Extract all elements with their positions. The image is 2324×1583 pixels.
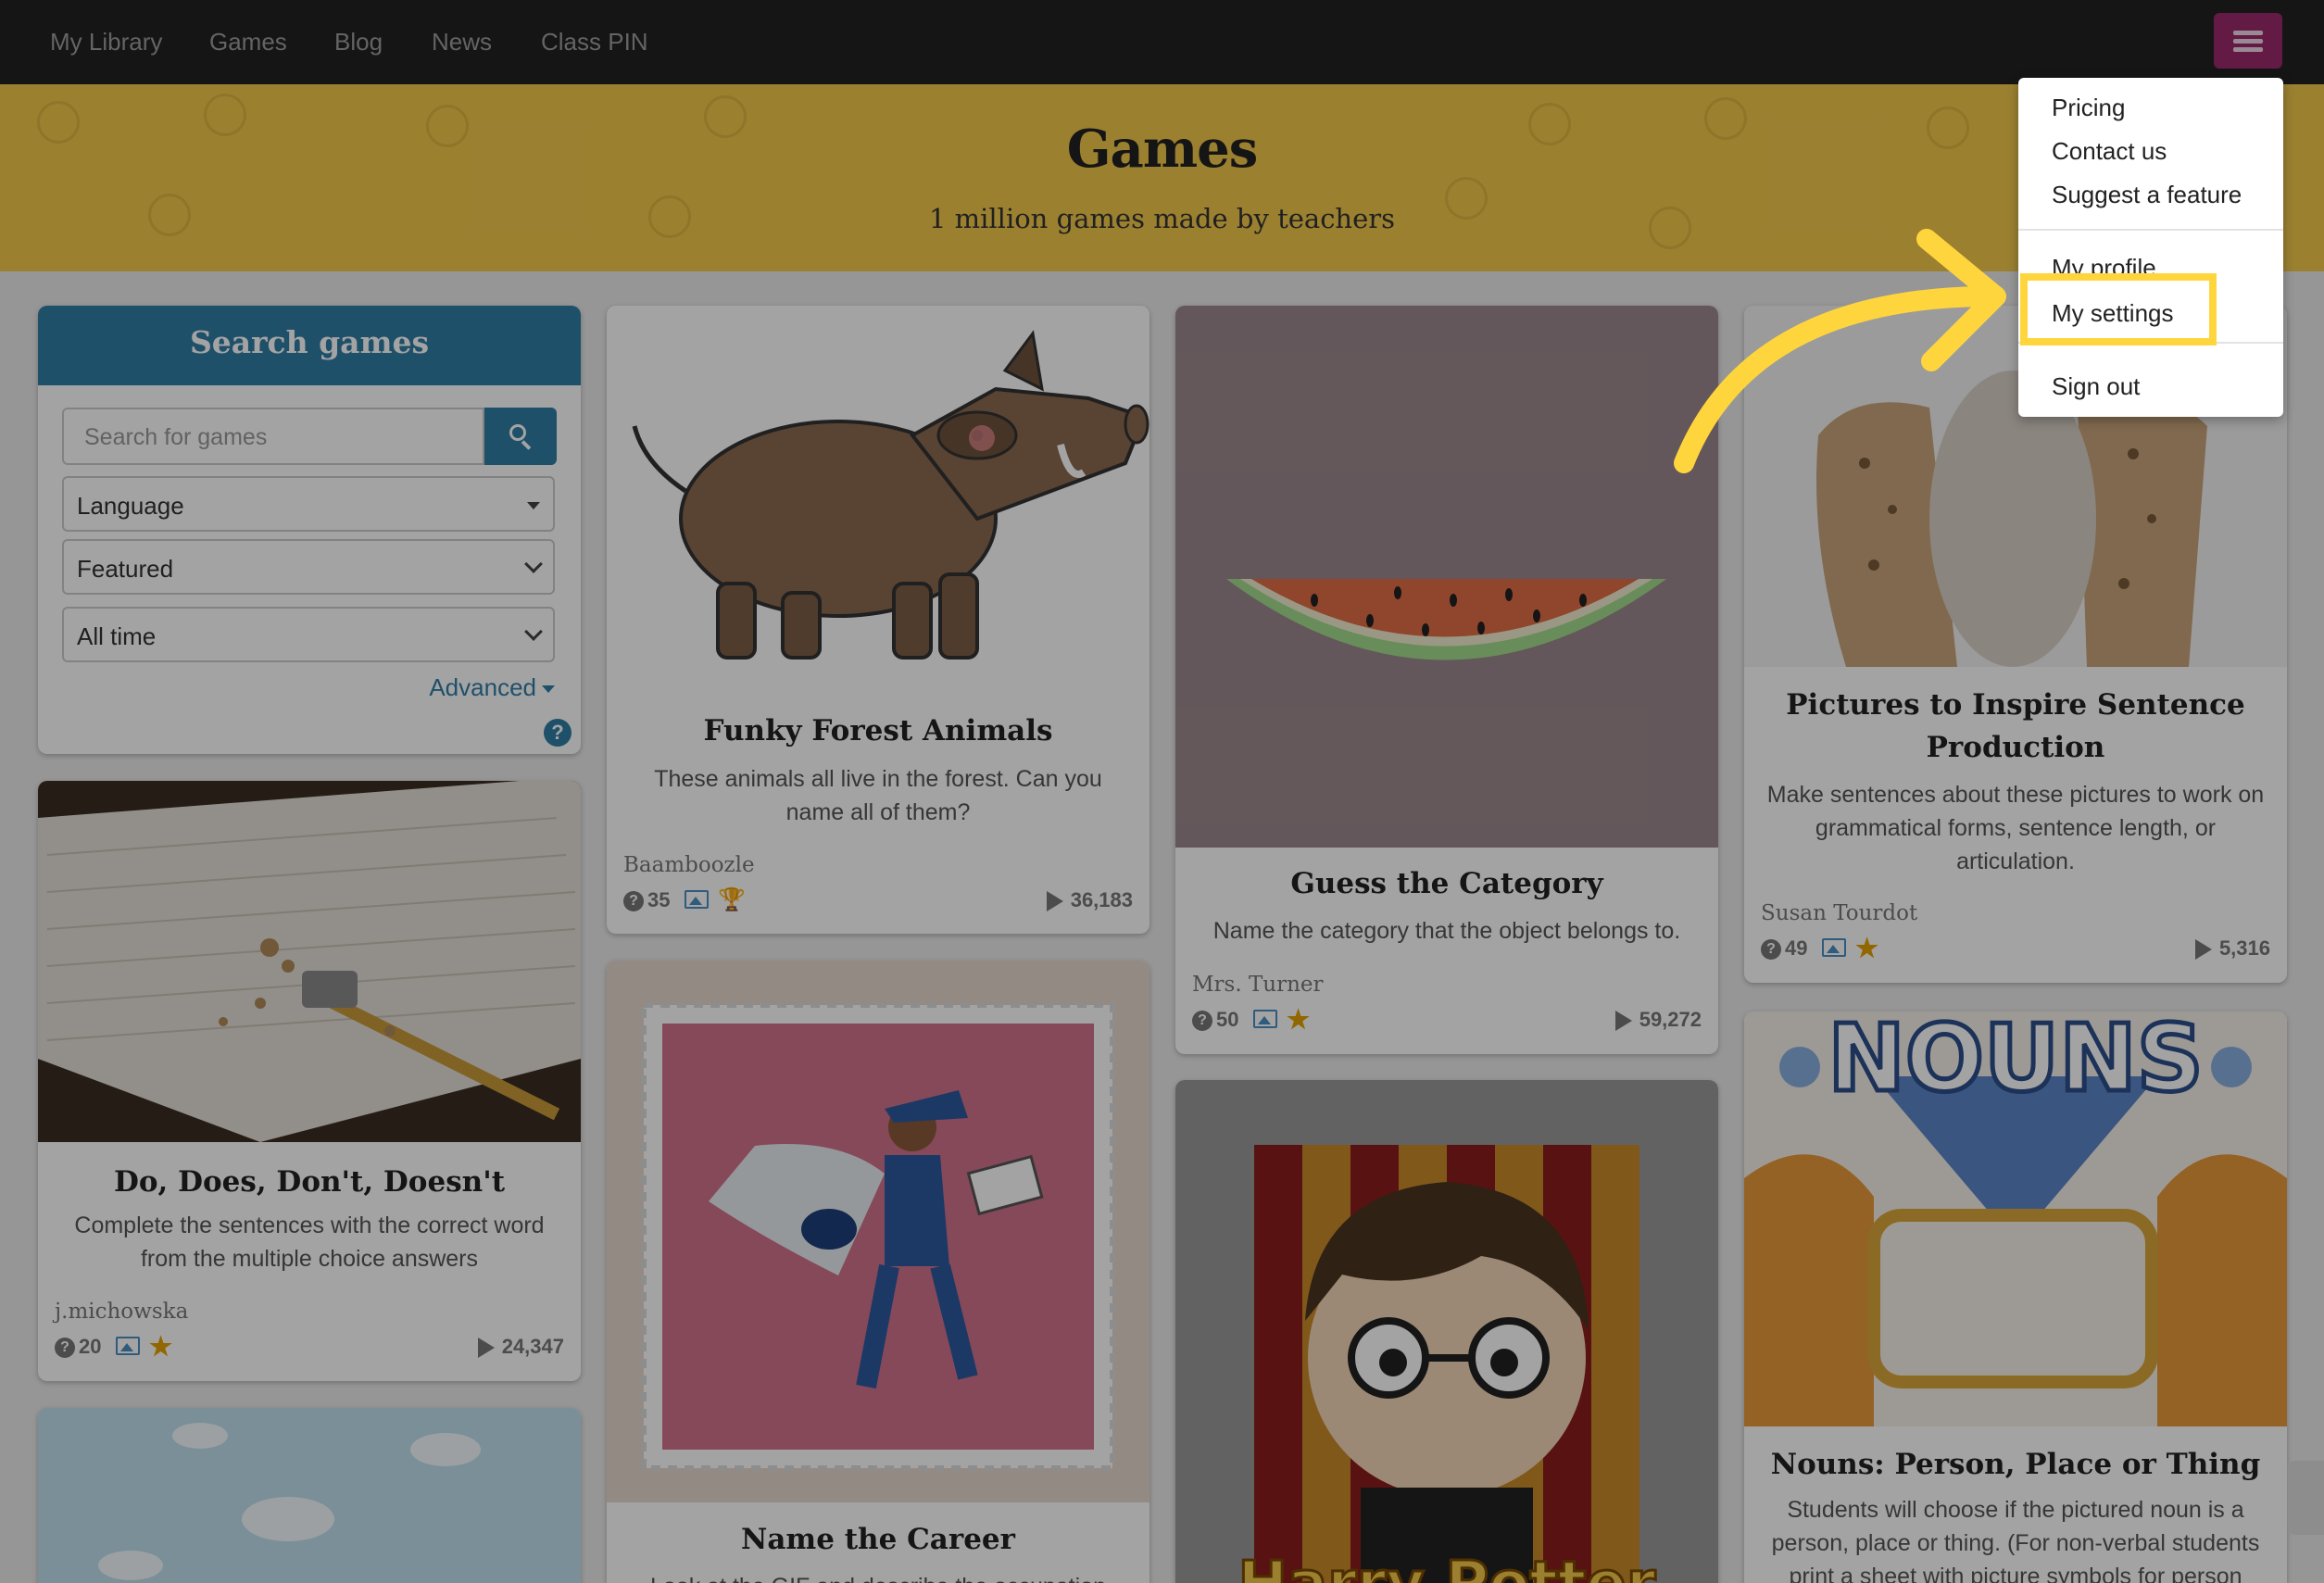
menu-divider bbox=[2018, 229, 2283, 231]
callout-arrow-icon bbox=[1674, 229, 2006, 473]
menu-item-contact[interactable]: Contact us bbox=[2052, 137, 2167, 166]
menu-item-suggest[interactable]: Suggest a feature bbox=[2052, 181, 2242, 209]
menu-item-settings[interactable]: My settings bbox=[2020, 273, 2217, 345]
menu-item-pricing[interactable]: Pricing bbox=[2052, 94, 2125, 122]
menu-item-settings-label: My settings bbox=[2052, 299, 2174, 327]
user-menu-dropdown: Pricing Contact us Suggest a feature My … bbox=[2018, 78, 2283, 417]
menu-item-signout[interactable]: Sign out bbox=[2052, 372, 2140, 401]
